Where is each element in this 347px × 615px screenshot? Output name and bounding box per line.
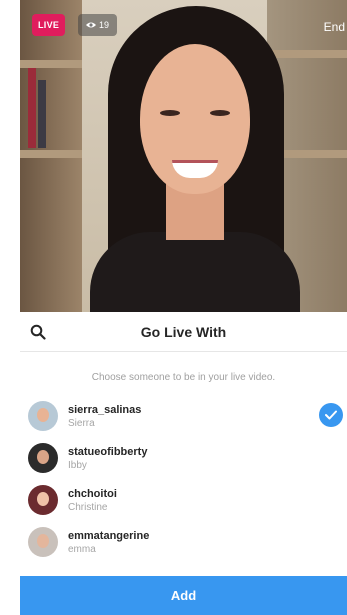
sheet-hint: Choose someone to be in your live video.: [91, 372, 276, 383]
search-icon[interactable]: [30, 324, 46, 340]
list-item[interactable]: emmatangerine emma: [20, 521, 347, 563]
list-item[interactable]: sierra_salinas Sierra: [20, 395, 347, 437]
eye-icon: [86, 22, 96, 28]
sheet-title: Go Live With: [140, 323, 227, 340]
checkmark-icon: [325, 410, 337, 420]
viewer-count-badge[interactable]: 19: [78, 14, 118, 36]
username: chchoitoi: [68, 487, 117, 500]
viewer-count: 19: [99, 20, 110, 30]
full-name: Ibby: [68, 459, 87, 471]
list-item[interactable]: chchoitoi Christine: [20, 479, 347, 521]
streamer-shirt: [90, 232, 300, 312]
full-name: Christine: [68, 501, 108, 513]
full-name: emma: [68, 543, 96, 555]
selected-checkmark[interactable]: [319, 403, 343, 427]
avatar: [28, 485, 58, 515]
background-shelf: [20, 0, 82, 312]
live-badge: LIVE: [32, 14, 66, 36]
add-button[interactable]: Add: [20, 576, 347, 615]
end-live-button[interactable]: End: [324, 20, 345, 34]
username: statueofibberty: [68, 445, 148, 458]
avatar: [28, 401, 58, 431]
username: sierra_salinas: [68, 403, 142, 416]
live-video-feed: [20, 0, 347, 312]
list-item[interactable]: statueofibberty Ibby: [20, 437, 347, 479]
sheet-header: Go Live With: [20, 312, 347, 352]
avatar: [28, 443, 58, 473]
full-name: Sierra: [68, 417, 95, 429]
avatar: [28, 527, 58, 557]
user-list: sierra_salinas Sierra statueofibberty Ib…: [20, 395, 347, 563]
go-live-with-sheet: Go Live With Choose someone to be in you…: [20, 312, 347, 615]
username: emmatangerine: [68, 529, 150, 542]
